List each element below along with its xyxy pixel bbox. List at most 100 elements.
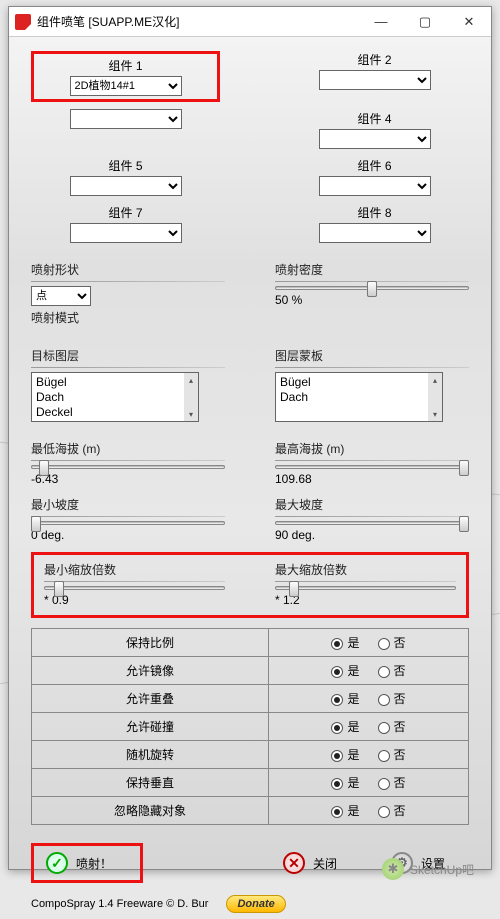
component-5-group: 组件 5 (31, 157, 220, 196)
spray-density-slider[interactable] (275, 286, 469, 290)
component-8-select[interactable] (319, 223, 431, 243)
component-1-label: 组件 1 (108, 57, 142, 74)
component-7-group: 组件 7 (31, 204, 220, 243)
max-slope-value: 90 deg. (275, 528, 469, 542)
max-alt-value: 109.68 (275, 472, 469, 486)
close-icon (283, 852, 305, 874)
option-label: 允许碰撞 (32, 713, 268, 740)
option-no[interactable]: 否 (378, 662, 406, 679)
max-scale-value: * 1.2 (275, 593, 456, 607)
option-choices: 是否 (268, 741, 468, 768)
component-1-group: 组件 1 2D植物14#1 (31, 51, 220, 102)
layer-mask-list[interactable]: Bügel Dach ▴▾ (275, 372, 443, 422)
option-choices: 是否 (268, 629, 468, 656)
option-label: 保持比例 (32, 629, 268, 656)
titlebar: 组件喷笔 [SUAPP.ME汉化] — ▢ ✕ (9, 7, 491, 37)
option-yes[interactable]: 是 (331, 718, 359, 735)
option-label: 允许重叠 (32, 685, 268, 712)
app-icon (15, 14, 31, 30)
option-no[interactable]: 否 (378, 634, 406, 651)
option-choices: 是否 (268, 797, 468, 824)
min-scale-label: 最小缩放倍数 (44, 561, 225, 578)
component-2-select[interactable] (319, 70, 431, 90)
layer-mask-label: 图层蒙板 (275, 347, 469, 364)
option-yes[interactable]: 是 (331, 690, 359, 707)
component-5-label: 组件 5 (108, 157, 142, 174)
option-row: 保持垂直是否 (32, 768, 468, 796)
component-7-label: 组件 7 (108, 204, 142, 221)
option-label: 保持垂直 (32, 769, 268, 796)
option-no[interactable]: 否 (378, 802, 406, 819)
option-choices: 是否 (268, 713, 468, 740)
min-slope-label: 最小坡度 (31, 496, 225, 513)
donate-button[interactable]: Donate (226, 895, 285, 913)
option-yes[interactable]: 是 (331, 634, 359, 651)
component-5-select[interactable] (70, 176, 182, 196)
min-alt-value: -6.43 (31, 472, 225, 486)
option-row: 保持比例是否 (32, 629, 468, 656)
option-no[interactable]: 否 (378, 746, 406, 763)
option-label: 忽略隐藏对象 (32, 797, 268, 824)
scrollbar[interactable]: ▴▾ (428, 373, 442, 421)
component-6-label: 组件 6 (357, 157, 391, 174)
wechat-icon: ✱ (382, 858, 404, 880)
spray-shape-label: 喷射形状 (31, 261, 225, 278)
min-alt-slider[interactable] (31, 465, 225, 469)
option-choices: 是否 (268, 657, 468, 684)
spray-shape-select[interactable]: 点 (31, 286, 91, 306)
window-title: 组件喷笔 [SUAPP.ME汉化] (37, 13, 359, 30)
option-no[interactable]: 否 (378, 718, 406, 735)
dialog-window: 组件喷笔 [SUAPP.ME汉化] — ▢ ✕ 组件 1 2D植物14#1 组件… (8, 6, 492, 870)
target-layer-list[interactable]: Bügel Dach Deckel ▴▾ (31, 372, 199, 422)
close-button[interactable]: 关闭 (275, 848, 361, 878)
options-table: 保持比例是否允许镜像是否允许重叠是否允许碰撞是否随机旋转是否保持垂直是否忽略隐藏… (31, 628, 469, 825)
component-8-group: 组件 8 (280, 204, 469, 243)
target-layer-label: 目标图层 (31, 347, 225, 364)
maximize-button[interactable]: ▢ (403, 7, 447, 37)
component-3-select[interactable] (70, 109, 182, 129)
component-4-select[interactable] (319, 129, 431, 149)
max-slope-slider[interactable] (275, 521, 469, 525)
spray-button[interactable]: 喷射！ (38, 848, 136, 878)
minimize-button[interactable]: — (359, 7, 403, 37)
component-4-group: 组件 4 (280, 110, 469, 149)
option-label: 允许镜像 (32, 657, 268, 684)
option-no[interactable]: 否 (378, 690, 406, 707)
option-row: 忽略隐藏对象是否 (32, 796, 468, 824)
option-row: 允许碰撞是否 (32, 712, 468, 740)
component-7-select[interactable] (70, 223, 182, 243)
option-choices: 是否 (268, 769, 468, 796)
close-window-button[interactable]: ✕ (447, 7, 491, 37)
component-2-label: 组件 2 (357, 51, 391, 68)
max-alt-label: 最高海拔 (m) (275, 440, 469, 457)
watermark: ✱ SketchUp吧 (382, 858, 474, 880)
max-scale-label: 最大缩放倍数 (275, 561, 456, 578)
option-yes[interactable]: 是 (331, 746, 359, 763)
component-1-select[interactable]: 2D植物14#1 (70, 76, 182, 96)
component-6-group: 组件 6 (280, 157, 469, 196)
option-choices: 是否 (268, 685, 468, 712)
option-no[interactable]: 否 (378, 774, 406, 791)
check-icon (46, 852, 68, 874)
component-8-label: 组件 8 (357, 204, 391, 221)
spray-density-label: 喷射密度 (275, 261, 469, 278)
option-row: 允许镜像是否 (32, 656, 468, 684)
option-row: 允许重叠是否 (32, 684, 468, 712)
min-slope-slider[interactable] (31, 521, 225, 525)
max-slope-label: 最大坡度 (275, 496, 469, 513)
option-yes[interactable]: 是 (331, 802, 359, 819)
option-yes[interactable]: 是 (331, 774, 359, 791)
min-alt-label: 最低海拔 (m) (31, 440, 225, 457)
min-scale-value: * 0.9 (44, 593, 225, 607)
component-4-label: 组件 4 (357, 110, 391, 127)
scrollbar[interactable]: ▴▾ (184, 373, 198, 421)
max-alt-slider[interactable] (275, 465, 469, 469)
option-yes[interactable]: 是 (331, 662, 359, 679)
max-scale-slider[interactable] (275, 586, 456, 590)
component-3-group: 组件 3 (31, 110, 220, 149)
min-scale-slider[interactable] (44, 586, 225, 590)
component-6-select[interactable] (319, 176, 431, 196)
option-label: 随机旋转 (32, 741, 268, 768)
scale-highlight-box: 最小缩放倍数 * 0.9 最大缩放倍数 * 1.2 (31, 552, 469, 618)
component-2-group: 组件 2 (280, 51, 469, 102)
